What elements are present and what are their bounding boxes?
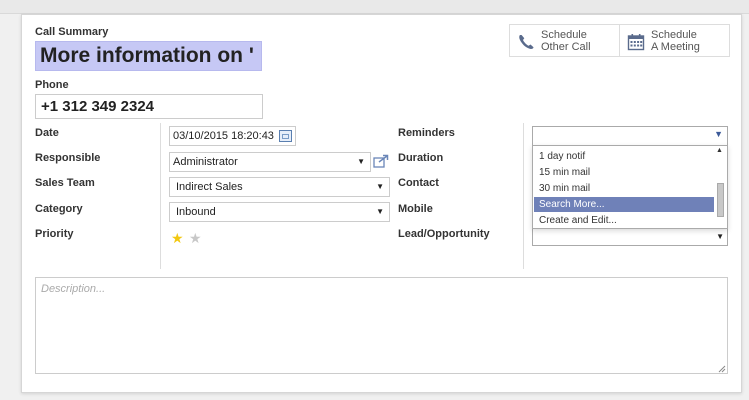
lead-opportunity-label: Lead/Opportunity [398, 228, 490, 240]
phone-input[interactable]: +1 312 349 2324 [35, 94, 263, 119]
mobile-label: Mobile [398, 203, 433, 215]
chevron-down-icon: ▼ [357, 157, 365, 166]
sales-team-select[interactable]: Indirect Sales ▼ [169, 177, 390, 197]
lead-opportunity-select[interactable]: ▼ [532, 228, 728, 246]
calendar-icon [627, 33, 645, 51]
contact-label: Contact [398, 177, 439, 189]
priority-star-icon-1[interactable]: ★ [171, 231, 184, 245]
chevron-down-icon: ▼ [376, 182, 384, 191]
chevron-down-icon: ▼ [376, 207, 384, 216]
duration-label: Duration [398, 152, 444, 164]
category-value: Inbound [176, 206, 216, 218]
sales-team-value: Indirect Sales [176, 181, 243, 193]
form-sheet: Call Summary More information on ' Phone… [21, 14, 742, 393]
category-label: Category [35, 203, 83, 215]
call-summary-input[interactable]: More information on ' [35, 41, 262, 71]
category-select[interactable]: Inbound ▼ [169, 202, 390, 222]
schedule-meeting-text: Schedule A Meeting [651, 29, 700, 53]
schedule-meeting-button[interactable]: Schedule A Meeting [619, 24, 730, 57]
description-placeholder: Description... [41, 283, 106, 295]
responsible-select[interactable]: Administrator ▼ [169, 152, 371, 172]
external-link-icon[interactable] [373, 154, 389, 168]
schedule-meeting-line2: A Meeting [651, 41, 700, 53]
dropdown-item-create-and-edit[interactable]: Create and Edit... [534, 213, 714, 228]
scrollbar-thumb[interactable] [717, 183, 724, 217]
phone-icon [517, 33, 535, 51]
dropdown-item-30-min-mail[interactable]: 30 min mail [534, 181, 714, 196]
dropdown-scrollbar[interactable]: ▲ [715, 147, 726, 227]
scroll-up-icon[interactable]: ▲ [716, 147, 723, 154]
top-bar [0, 0, 749, 14]
responsible-value: Administrator [173, 156, 238, 168]
right-column-separator [523, 123, 524, 269]
schedule-call-text: Schedule Other Call [541, 29, 591, 53]
call-summary-label: Call Summary [35, 26, 109, 38]
dropdown-item-15-min-mail[interactable]: 15 min mail [534, 165, 714, 180]
description-textarea[interactable]: Description... [35, 277, 728, 374]
reminders-input[interactable]: ▼ [532, 126, 728, 146]
schedule-meeting-line1: Schedule [651, 29, 697, 41]
chevron-down-icon: ▼ [714, 129, 723, 139]
date-value: 03/10/2015 18:20:43 [173, 130, 274, 142]
dropdown-item-1-day-notif[interactable]: 1 day notif [534, 149, 714, 164]
responsible-label: Responsible [35, 152, 101, 164]
date-input[interactable]: 03/10/2015 18:20:43 [169, 126, 296, 146]
chevron-down-icon: ▼ [716, 232, 724, 241]
phone-label: Phone [35, 79, 69, 91]
dropdown-item-search-more[interactable]: Search More... [534, 197, 714, 212]
sales-team-label: Sales Team [35, 177, 95, 189]
schedule-other-call-button[interactable]: Schedule Other Call [509, 24, 620, 57]
calendar-picker-icon[interactable] [279, 130, 292, 142]
date-label: Date [35, 127, 59, 139]
priority-star-icon-2[interactable]: ★ [189, 231, 202, 245]
priority-label: Priority [35, 228, 74, 240]
resize-handle-icon[interactable] [718, 364, 726, 373]
schedule-call-line2: Other Call [541, 41, 591, 53]
left-column-separator [160, 123, 161, 269]
schedule-call-line1: Schedule [541, 29, 587, 41]
reminders-dropdown: 1 day notif 15 min mail 30 min mail Sear… [532, 145, 728, 229]
reminders-label: Reminders [398, 127, 455, 139]
